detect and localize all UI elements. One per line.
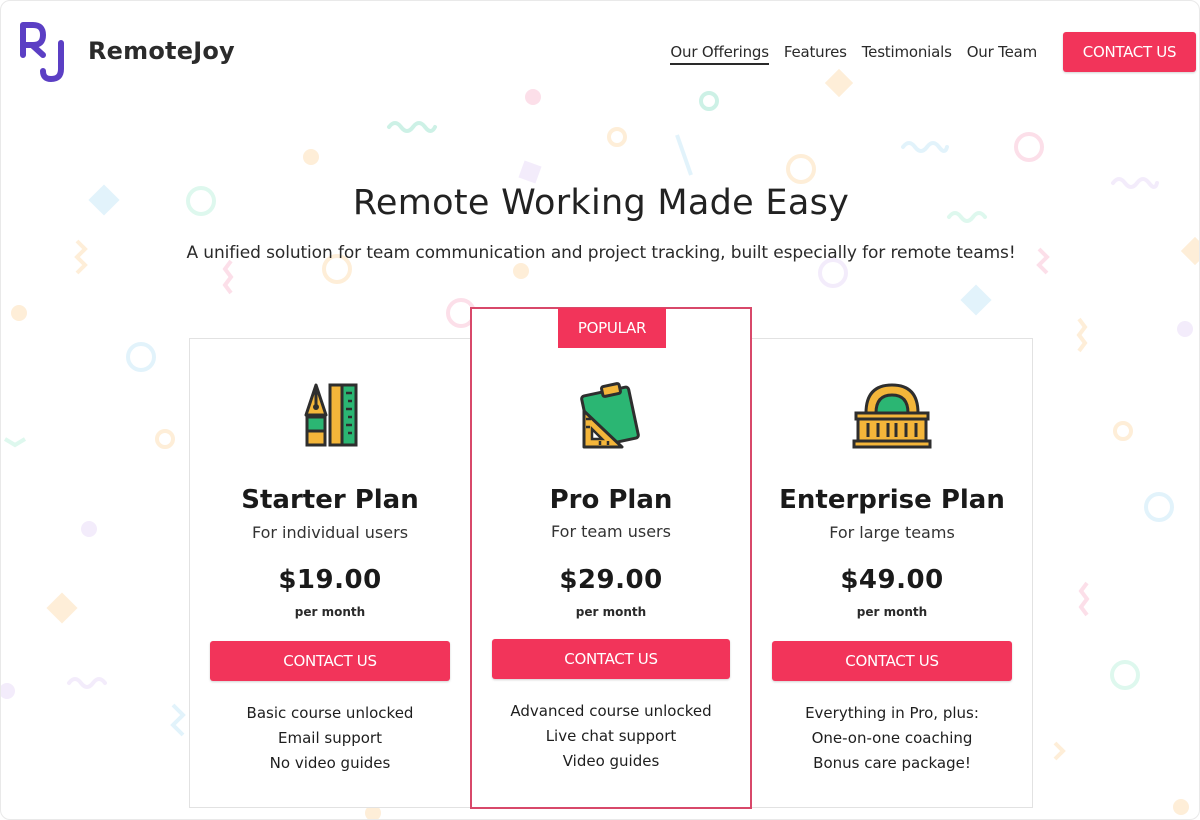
pen-ruler-icon — [304, 383, 358, 447]
plan-price: $19.00 — [278, 565, 382, 595]
main-nav: Our Offerings Features Testimonials Our … — [670, 43, 1037, 65]
feature-item: Advanced course unlocked — [510, 702, 712, 720]
starter-contact-button[interactable]: CONTACT US — [210, 641, 450, 681]
nav-link-features[interactable]: Features — [784, 43, 847, 65]
popular-badge: POPULAR — [558, 308, 666, 348]
plan-card-starter: Starter Plan For individual users $19.00… — [190, 339, 470, 807]
plan-name: Starter Plan — [241, 485, 419, 515]
plan-period: per month — [575, 605, 647, 619]
plan-card-pro: POPULAR Pro Plan For team users $29.00 p… — [470, 307, 752, 809]
plan-price: $49.00 — [840, 565, 944, 595]
plan-card-enterprise: Enterprise Plan For large teams $49.00 p… — [752, 339, 1032, 807]
brand-name[interactable]: RemoteJoy — [88, 37, 235, 65]
feature-item: Bonus care package! — [813, 754, 971, 772]
nav-link-our-team[interactable]: Our Team — [967, 43, 1037, 65]
nav-link-our-offerings[interactable]: Our Offerings — [670, 43, 769, 65]
logo-icon[interactable] — [19, 21, 71, 83]
clipboard-setsquare-icon — [580, 382, 640, 449]
feature-item: Basic course unlocked — [246, 704, 414, 722]
feature-item: Live chat support — [545, 727, 677, 745]
feature-list: Advanced course unlocked Live chat suppo… — [472, 699, 750, 774]
feature-item: Everything in Pro, plus: — [805, 704, 979, 722]
header-contact-button[interactable]: CONTACT US — [1063, 32, 1196, 72]
hero-title: Remote Working Made Easy — [352, 183, 850, 223]
feature-list: Basic course unlocked Email support No v… — [190, 701, 470, 776]
plan-description: For individual users — [251, 523, 409, 542]
plan-name: Enterprise Plan — [779, 485, 1005, 515]
plan-description: For team users — [551, 522, 671, 541]
hero-subtitle: A unified solution for team communicatio… — [186, 243, 1016, 263]
plan-period: per month — [294, 605, 366, 619]
feature-item: Email support — [278, 729, 382, 747]
page-frame: RemoteJoy Our Offerings Features Testimo… — [0, 0, 1200, 820]
enterprise-contact-button[interactable]: CONTACT US — [772, 641, 1012, 681]
plan-price: $29.00 — [559, 565, 663, 595]
plan-period: per month — [856, 605, 928, 619]
building-icon — [852, 383, 932, 449]
pro-contact-button[interactable]: CONTACT US — [492, 639, 730, 679]
plan-description: For large teams — [829, 523, 955, 542]
plan-name: Pro Plan — [549, 485, 673, 515]
nav-link-testimonials[interactable]: Testimonials — [862, 43, 952, 65]
feature-item: Video guides — [562, 752, 660, 770]
feature-item: No video guides — [269, 754, 391, 772]
feature-item: One-on-one coaching — [811, 729, 973, 747]
feature-list: Everything in Pro, plus: One-on-one coac… — [752, 701, 1032, 776]
